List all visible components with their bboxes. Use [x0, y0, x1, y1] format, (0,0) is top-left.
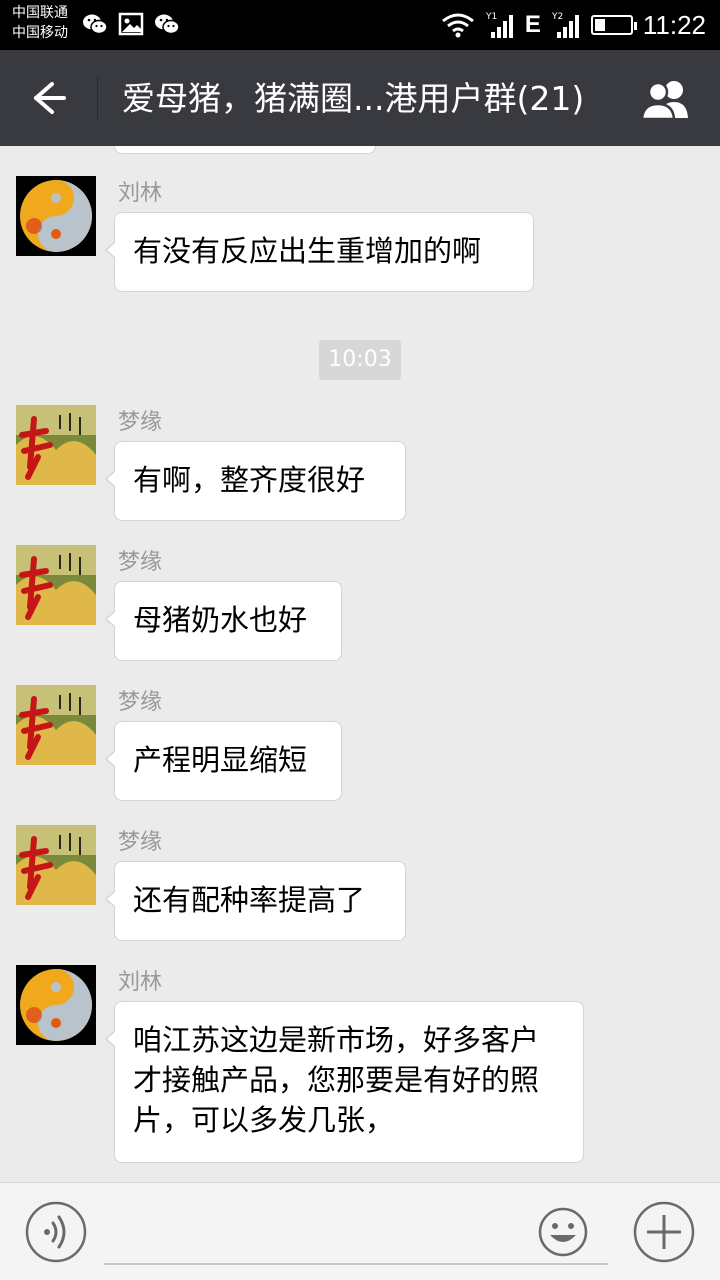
message-text: 有啊，整齐度很好 [133, 463, 366, 497]
sender-name: 梦缘 [118, 690, 163, 715]
battery-level [594, 19, 606, 31]
svg-text:Y1: Y1 [485, 12, 497, 22]
sender-name: 刘林 [118, 181, 163, 206]
message-bubble[interactable]: 还有配种率提高了 [105, 861, 406, 941]
status-bar: 中国联通 中国移动 Y1 E Y2 11:22 [0, 0, 720, 50]
battery-icon [590, 15, 637, 35]
message-bubble[interactable]: 母猪奶水也好 [105, 581, 342, 661]
message-text: 还有配种率提高了 [133, 883, 366, 917]
chat-header: 爱母猪，猪满圈...港用户群(21) [0, 50, 720, 146]
sender-name: 梦缘 [118, 550, 163, 575]
chat-title: 爱母猪，猪满圈...港用户群(21) [122, 79, 585, 118]
image-icon [118, 12, 144, 36]
wechat-icon [155, 14, 180, 35]
input-bar [0, 1182, 720, 1280]
signal-sim2-icon: Y2 [551, 12, 579, 38]
notification-icons [82, 12, 180, 36]
header-divider [97, 76, 98, 120]
message-text: 咱江苏这边是新市场，好多客户才接触产品，您那要是有好的照片，可以多发几张， [133, 1023, 540, 1137]
group-members-icon[interactable] [638, 78, 694, 120]
carrier-labels: 中国联通 中国移动 [12, 3, 68, 43]
voice-input-icon[interactable] [25, 1201, 87, 1263]
message-bubble[interactable]: 有啊，整齐度很好 [105, 441, 406, 521]
emoji-icon[interactable] [538, 1207, 588, 1257]
sender-name: 刘林 [118, 970, 163, 995]
timestamp-chip: 10:03 [319, 340, 401, 380]
message-bubble[interactable]: 有没有反应出生重增加的啊 [105, 212, 534, 292]
calligraphy-avatar[interactable] [16, 825, 96, 905]
calligraphy-avatar[interactable] [16, 545, 96, 625]
calligraphy-avatar[interactable] [16, 405, 96, 485]
message-text: 产程明显缩短 [133, 743, 308, 777]
wifi-icon [441, 13, 474, 38]
yin-yang-avatar[interactable] [16, 965, 96, 1045]
carrier-2: 中国移动 [12, 25, 68, 41]
previous-message-bubble [114, 146, 376, 154]
message-bubble[interactable]: 产程明显缩短 [105, 721, 342, 801]
message-input[interactable] [104, 1203, 608, 1265]
svg-text:Y2: Y2 [551, 12, 563, 22]
status-right: Y1 E Y2 11:22 [441, 10, 706, 40]
message-bubble[interactable]: 咱江苏这边是新市场，好多客户才接触产品，您那要是有好的照片，可以多发几张， [105, 1001, 584, 1163]
sender-name: 梦缘 [118, 410, 163, 435]
message-text: 母猪奶水也好 [133, 603, 308, 637]
input-underline [104, 1263, 608, 1265]
message-text: 有没有反应出生重增加的啊 [133, 234, 482, 268]
network-type: E [524, 11, 541, 38]
wechat-icon [83, 14, 108, 35]
carrier-1: 中国联通 [12, 5, 68, 21]
calligraphy-avatar[interactable] [16, 685, 96, 765]
status-time: 11:22 [642, 10, 706, 40]
chat-messages[interactable]: 刘林 有没有反应出生重增加的啊 10:03 梦缘 有啊，整齐度很好 梦缘 母猪奶… [0, 146, 720, 1182]
signal-sim1-icon: Y1 [485, 12, 513, 38]
yin-yang-avatar[interactable] [16, 176, 96, 256]
arrow-left-icon[interactable] [22, 74, 78, 122]
sender-name: 梦缘 [118, 830, 163, 855]
plus-icon[interactable] [633, 1201, 695, 1263]
